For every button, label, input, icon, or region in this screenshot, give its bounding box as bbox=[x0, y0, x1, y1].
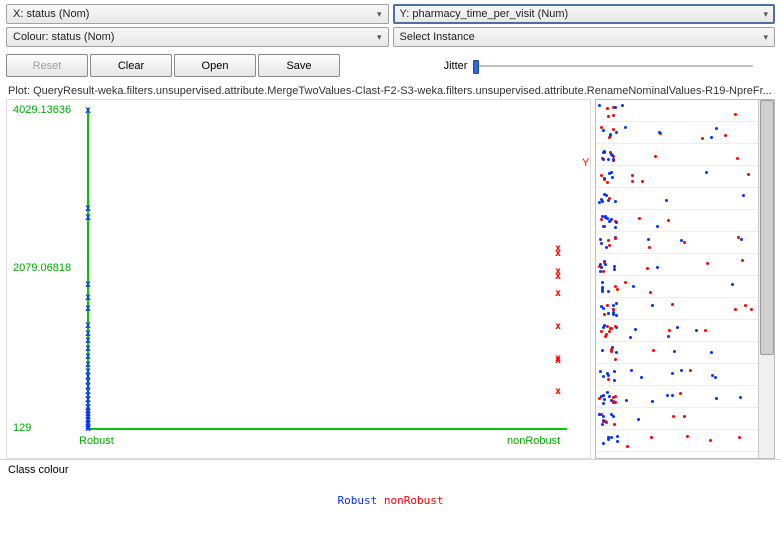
class-colour-legend: Robust nonRobust bbox=[0, 480, 781, 513]
jitter-label: Jitter bbox=[444, 60, 468, 72]
point: x bbox=[555, 272, 561, 282]
instance-label: Select Instance bbox=[400, 31, 475, 43]
chevron-down-icon: ▾ bbox=[763, 9, 768, 20]
x-axis-line bbox=[87, 428, 567, 430]
point: x bbox=[555, 249, 561, 259]
open-button[interactable]: Open bbox=[174, 54, 256, 77]
y-axis-select[interactable]: Y: pharmacy_time_per_visit (Num) ▾ bbox=[393, 4, 776, 24]
x-tick-1: Robust bbox=[79, 435, 114, 447]
legend-robust: Robust bbox=[338, 494, 378, 507]
jitter-slider[interactable] bbox=[473, 56, 753, 76]
scrollbar[interactable] bbox=[758, 100, 774, 458]
save-button[interactable]: Save bbox=[258, 54, 340, 77]
chevron-down-icon: ▾ bbox=[377, 32, 382, 43]
point: x bbox=[85, 304, 91, 314]
chevron-down-icon: ▾ bbox=[763, 32, 768, 43]
main-scatter-plot[interactable]: 4029.13636 2079.06818 129 Robust nonRobu… bbox=[6, 99, 591, 459]
slider-thumb[interactable] bbox=[473, 60, 479, 74]
point: x bbox=[85, 293, 91, 303]
point: x bbox=[555, 289, 561, 299]
colour-select[interactable]: Colour: status (Nom) ▾ bbox=[6, 27, 389, 47]
plot-title: Plot: QueryResult-weka.filters.unsupervi… bbox=[0, 83, 781, 99]
strip-rows bbox=[596, 100, 758, 458]
attribute-strip-panel[interactable] bbox=[595, 99, 775, 459]
colour-label: Colour: status (Nom) bbox=[13, 31, 114, 43]
x-tick-2: nonRobust bbox=[507, 435, 560, 447]
point: x bbox=[85, 424, 91, 434]
x-axis-select[interactable]: X: status (Nom) ▾ bbox=[6, 4, 389, 24]
chevron-down-icon: ▾ bbox=[377, 9, 382, 20]
clear-button[interactable]: Clear bbox=[90, 54, 172, 77]
point: x bbox=[85, 213, 91, 223]
instance-select[interactable]: Select Instance ▾ bbox=[393, 27, 776, 47]
point: x bbox=[555, 356, 561, 366]
slider-track bbox=[473, 65, 753, 67]
point: x bbox=[555, 387, 561, 397]
reset-button: Reset bbox=[6, 54, 88, 77]
y-tick-mid: 2079.06818 bbox=[13, 262, 71, 274]
x-axis-label: X: status (Nom) bbox=[13, 8, 89, 20]
point: x bbox=[555, 322, 561, 332]
y-tick-min: 129 bbox=[13, 422, 31, 434]
y-tick-max: 4029.13636 bbox=[13, 104, 71, 116]
scrollbar-thumb[interactable] bbox=[760, 100, 774, 355]
class-colour-label: Class colour bbox=[0, 459, 781, 480]
point: x bbox=[85, 106, 91, 116]
side-panel-axis-label: Y bbox=[582, 157, 589, 169]
y-axis-label: Y: pharmacy_time_per_visit (Num) bbox=[400, 8, 569, 20]
point: x bbox=[85, 280, 91, 290]
legend-nonrobust: nonRobust bbox=[384, 494, 444, 507]
